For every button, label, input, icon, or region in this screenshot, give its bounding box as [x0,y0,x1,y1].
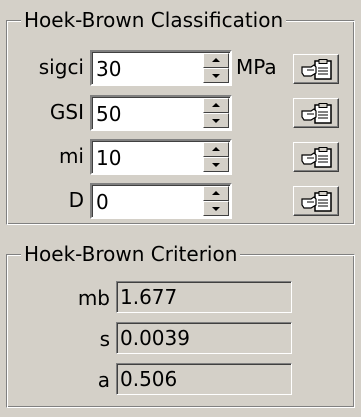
mi-increment-button[interactable] [203,142,229,157]
a-output: 0.506 [116,363,292,395]
gsi-increment-button[interactable] [203,98,229,113]
sigci-value[interactable]: 30 [96,55,121,83]
clipboard-hand-icon [301,103,332,124]
gsi-spin-input[interactable]: 50 [90,95,232,131]
clipboard-hand-icon [301,147,332,168]
a-value: 0.506 [120,367,178,391]
clipboard-hand-icon [301,59,332,80]
s-output: 0.0039 [116,322,292,354]
gsi-value[interactable]: 50 [96,100,121,128]
sigci-spinner[interactable] [203,53,229,83]
gsi-pick-button[interactable] [293,98,339,128]
a-label: a [97,368,110,392]
mi-spin-input[interactable]: 10 [90,139,232,175]
s-label: s [99,327,110,351]
sigci-increment-button[interactable] [203,53,229,68]
d-spin-input[interactable]: 0 [90,183,232,219]
spin-up-arrow-icon [212,58,220,62]
sigci-label: sigci [38,55,84,79]
spin-down-arrow-icon [212,74,220,78]
spin-down-arrow-icon [212,119,220,123]
d-pick-button[interactable] [293,186,339,216]
spin-down-arrow-icon [212,207,220,211]
classification-group-title: Hoek-Brown Classification [21,8,287,32]
criterion-group-title: Hoek-Brown Criterion [21,242,241,266]
gsi-label: GSI [49,100,84,124]
mi-spinner[interactable] [203,142,229,172]
sigci-decrement-button[interactable] [203,68,229,83]
spin-up-arrow-icon [212,147,220,151]
mi-pick-button[interactable] [293,142,339,172]
mb-output: 1.677 [116,281,292,313]
mb-label: mb [77,286,110,310]
d-spinner[interactable] [203,186,229,216]
spin-down-arrow-icon [212,163,220,167]
sigci-pick-button[interactable] [293,54,339,84]
sigci-spin-input[interactable]: 30 [90,50,232,86]
mi-value[interactable]: 10 [96,144,121,172]
mi-decrement-button[interactable] [203,157,229,172]
mi-label: mi [58,144,84,168]
spin-up-arrow-icon [212,191,220,195]
d-label: D [68,188,84,212]
gsi-spinner[interactable] [203,98,229,128]
sigci-unit: MPa [236,55,277,79]
s-value: 0.0039 [120,326,190,350]
gsi-decrement-button[interactable] [203,113,229,128]
clipboard-hand-icon [301,191,332,212]
d-increment-button[interactable] [203,186,229,201]
spin-up-arrow-icon [212,103,220,107]
d-value[interactable]: 0 [96,188,109,216]
d-decrement-button[interactable] [203,201,229,216]
mb-value: 1.677 [120,285,178,309]
